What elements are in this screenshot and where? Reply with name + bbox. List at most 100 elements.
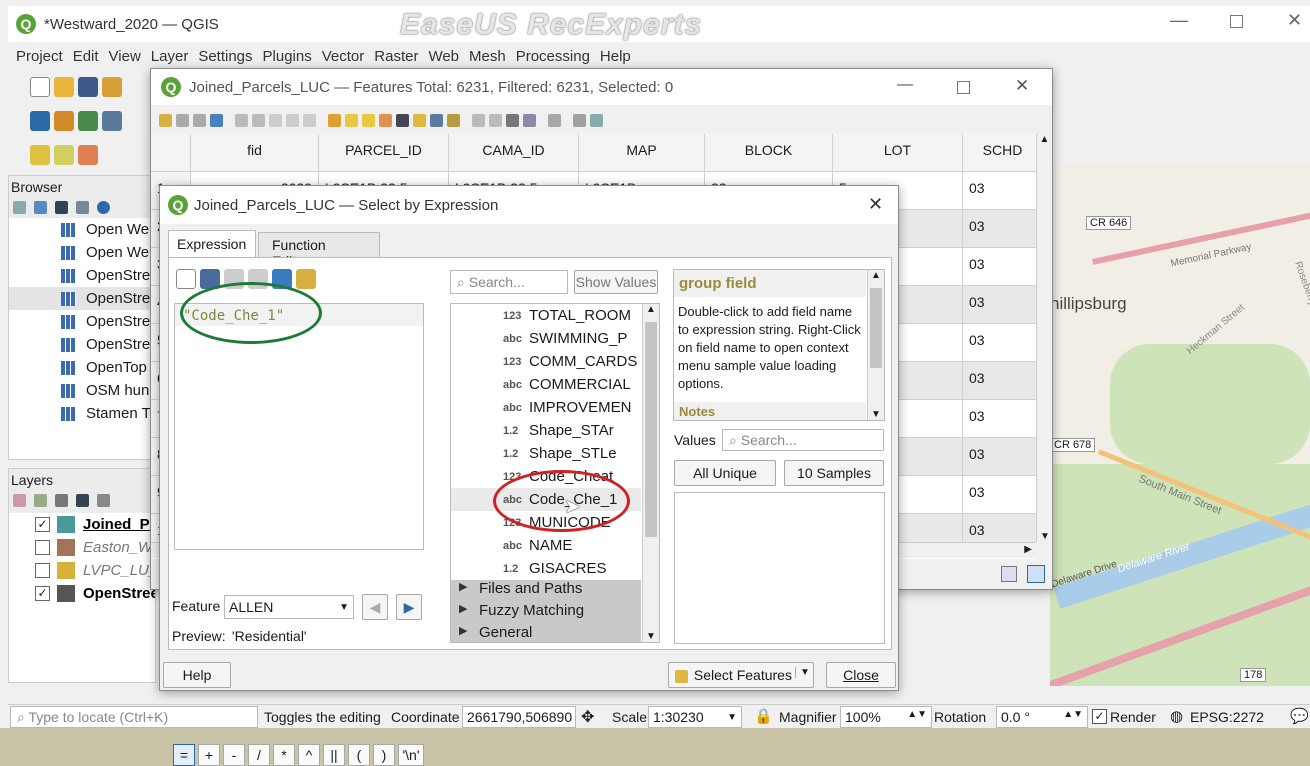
cut-icon[interactable] bbox=[269, 113, 282, 127]
browser-item[interactable]: OpenTop bbox=[9, 356, 155, 379]
dialog-close-button[interactable]: ✕ bbox=[868, 194, 883, 215]
operator-minus[interactable]: - bbox=[223, 744, 245, 766]
field-item[interactable]: abc COMMERCIAL bbox=[503, 373, 642, 396]
grid-cell-schd[interactable]: 03 bbox=[963, 362, 1036, 400]
browser-item[interactable]: OpenStre bbox=[9, 333, 155, 356]
menu-web[interactable]: Web bbox=[428, 48, 459, 65]
layer-visibility-checkbox[interactable] bbox=[35, 563, 50, 578]
new-project-icon[interactable] bbox=[30, 77, 50, 97]
table-view-icon[interactable] bbox=[1027, 565, 1045, 583]
expand-arrow-icon[interactable]: ▶ bbox=[459, 624, 467, 637]
crs-label[interactable]: EPSG:2272 bbox=[1190, 709, 1264, 725]
field-item[interactable]: 123 COMM_CARDS bbox=[503, 350, 642, 373]
coordinate-field[interactable]: 2661790,506890 bbox=[462, 706, 576, 728]
save-edits-icon[interactable] bbox=[193, 113, 206, 127]
zoom-map-icon[interactable] bbox=[447, 113, 460, 127]
layer-tool-icon[interactable] bbox=[30, 111, 50, 131]
info-icon[interactable] bbox=[96, 200, 110, 214]
field-item[interactable]: abc SWIMMING_P bbox=[503, 327, 642, 350]
operator-divide[interactable]: / bbox=[248, 744, 270, 766]
layer-item[interactable]: LVPC_LU_ bbox=[9, 559, 155, 582]
tree-vscrollbar[interactable]: ▲ ▼ bbox=[642, 304, 659, 642]
v-tool-icon[interactable] bbox=[78, 111, 98, 131]
magnifier-field[interactable]: 100% ▲▼ bbox=[840, 706, 932, 728]
grid-header-fid[interactable]: fid bbox=[191, 134, 319, 172]
menu-project[interactable]: Project bbox=[16, 48, 63, 65]
operator-equals[interactable]: = bbox=[173, 744, 195, 766]
field-item[interactable]: 1.2 Shape_STLe bbox=[503, 442, 642, 465]
layer-visibility-checkbox[interactable]: ✓ bbox=[35, 517, 50, 532]
render-checkbox[interactable]: ✓ bbox=[1092, 709, 1107, 724]
grid-cell-schd[interactable]: 03 bbox=[963, 172, 1036, 210]
attr-vscrollbar[interactable]: ▲ ▼ bbox=[1036, 134, 1052, 542]
map-canvas[interactable]: CR 646 Memorial Parkway hillipsburg CR 6… bbox=[1050, 164, 1310, 686]
extents-icon[interactable]: ✥ bbox=[581, 707, 594, 727]
move-selection-icon[interactable] bbox=[413, 113, 426, 127]
rotation-field[interactable]: 0.0 ° ▲▼ bbox=[996, 706, 1088, 728]
help-scroll-down[interactable]: ▼ bbox=[868, 409, 884, 420]
grid-header-parcel-id[interactable]: PARCEL_ID bbox=[319, 134, 449, 172]
field-calc-icon[interactable] bbox=[506, 113, 519, 127]
select-features-icon[interactable] bbox=[30, 145, 50, 165]
copy-icon[interactable] bbox=[286, 113, 299, 127]
tree-scroll-down[interactable]: ▼ bbox=[643, 631, 659, 642]
zoom-to-icon[interactable] bbox=[590, 113, 603, 127]
actions-icon[interactable] bbox=[548, 113, 561, 127]
attr-minimize-button[interactable]: — bbox=[897, 76, 913, 94]
delete-feature-icon[interactable] bbox=[252, 113, 265, 127]
select-features-button[interactable]: Select Features ▼ bbox=[668, 662, 814, 688]
filter-select-icon[interactable] bbox=[396, 113, 409, 127]
menu-plugins[interactable]: Plugins bbox=[263, 48, 312, 65]
help-button[interactable]: Help bbox=[163, 662, 231, 688]
attr-close-button[interactable]: ✕ bbox=[1015, 76, 1029, 96]
layer-visibility-checkbox[interactable] bbox=[35, 540, 50, 555]
browser-item[interactable]: Stamen T bbox=[9, 402, 155, 425]
show-values-button[interactable]: Show Values bbox=[574, 270, 658, 294]
function-group[interactable]: ▶ General bbox=[451, 624, 641, 642]
menu-view[interactable]: View bbox=[109, 48, 141, 65]
expression-editor[interactable]: "Code_Che_1" bbox=[174, 303, 424, 550]
close-button[interactable]: Close bbox=[826, 662, 896, 688]
tree-scroll-up[interactable]: ▲ bbox=[643, 304, 659, 315]
field-item[interactable]: 123 TOTAL_ROOM bbox=[503, 304, 642, 327]
grid-header-map[interactable]: MAP bbox=[579, 134, 705, 172]
function-group[interactable]: ▶ Fuzzy Matching bbox=[451, 602, 641, 624]
function-search[interactable]: ⌕ Search... bbox=[450, 270, 568, 294]
menu-processing[interactable]: Processing bbox=[516, 48, 590, 65]
browser-item[interactable]: OSM hun bbox=[9, 379, 155, 402]
grid-header-schd[interactable]: SCHD bbox=[963, 134, 1036, 172]
reload-icon[interactable] bbox=[210, 113, 223, 127]
feature-combo[interactable]: ALLEN ▼ bbox=[224, 595, 354, 619]
paste-icon[interactable] bbox=[303, 113, 316, 127]
conditional-format-icon[interactable] bbox=[523, 113, 536, 127]
operator-power[interactable]: ^ bbox=[298, 744, 320, 766]
main-close-button[interactable]: ✕ bbox=[1287, 10, 1302, 31]
field-item[interactable]: abc IMPROVEMEN bbox=[503, 396, 642, 419]
vertex-tool-icon[interactable] bbox=[54, 111, 74, 131]
hscroll-right-arrow[interactable]: ▶ bbox=[1024, 544, 1032, 555]
add-layer-icon[interactable] bbox=[13, 200, 26, 214]
crs-globe-icon[interactable]: ◍ bbox=[1170, 707, 1183, 725]
grid-cell-schd[interactable]: 03 bbox=[963, 324, 1036, 362]
expand-arrow-icon[interactable]: ▶ bbox=[459, 602, 467, 615]
layer-visibility-checkbox[interactable]: ✓ bbox=[35, 586, 50, 601]
layer-item[interactable]: Easton_W bbox=[9, 536, 155, 559]
scale-field[interactable]: 1:30230 ▼ bbox=[648, 706, 742, 728]
all-unique-button[interactable]: All Unique bbox=[674, 460, 776, 486]
grid-header-lot[interactable]: LOT bbox=[833, 134, 963, 172]
locate-bar[interactable]: ⌕ Type to locate (Ctrl+K) bbox=[10, 706, 258, 728]
field-item[interactable]: 1.2 GISACRES bbox=[503, 557, 642, 580]
next-feature-button[interactable]: ▶ bbox=[396, 594, 422, 620]
save-as-icon[interactable] bbox=[102, 77, 122, 97]
menu-settings[interactable]: Settings bbox=[198, 48, 252, 65]
eye-icon[interactable] bbox=[54, 493, 68, 507]
pan-map-icon[interactable] bbox=[430, 113, 443, 127]
collapse-icon[interactable] bbox=[75, 200, 89, 214]
new-expression-icon[interactable] bbox=[176, 269, 196, 289]
grid-cell-schd[interactable]: 03 bbox=[963, 286, 1036, 324]
grid-header-block[interactable]: BLOCK bbox=[705, 134, 833, 172]
form-view-icon[interactable] bbox=[1001, 566, 1017, 582]
menu-layer[interactable]: Layer bbox=[151, 48, 189, 65]
select-all-icon[interactable] bbox=[345, 113, 358, 127]
copy-rows-icon[interactable] bbox=[472, 113, 485, 127]
